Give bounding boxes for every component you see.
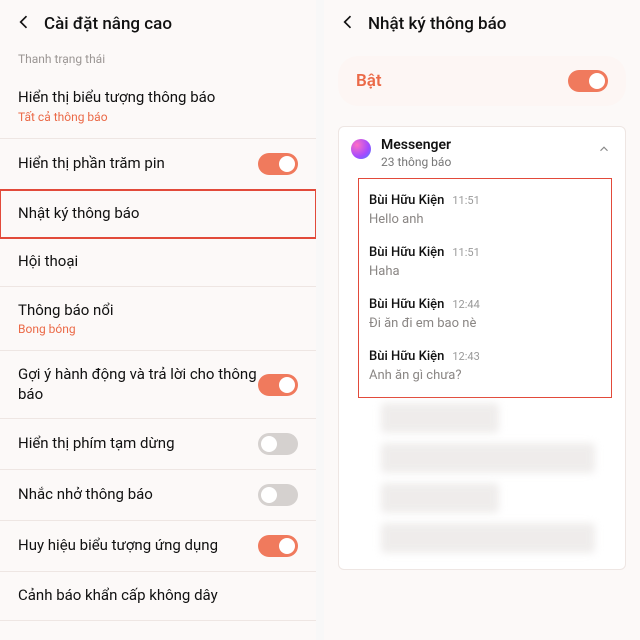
app-name: Messenger xyxy=(381,137,451,153)
toggle[interactable] xyxy=(258,535,298,557)
row-title: Thông báo nổi xyxy=(18,301,298,321)
master-toggle-label: Bật xyxy=(356,71,382,91)
row-subtitle: Bong bóng xyxy=(18,322,298,336)
settings-row[interactable]: Thông báo nổiBong bóng xyxy=(0,287,316,352)
messenger-icon xyxy=(351,139,371,159)
redacted-area xyxy=(381,403,595,553)
notification-sender: Bùi Hữu Kiện xyxy=(369,193,444,208)
notification-log-screen: Nhật ký thông báo Bật Messenger 23 thông… xyxy=(324,0,640,640)
row-title: Nhắc nhở thông báo xyxy=(18,485,258,505)
row-title: Hiển thị phím tạm dừng xyxy=(18,434,258,454)
notification-item[interactable]: Bùi Hữu Kiện 12:44 Đi ăn đi em bao nè xyxy=(369,289,601,341)
notification-sender: Bùi Hữu Kiện xyxy=(369,245,444,260)
header: Nhật ký thông báo xyxy=(324,0,640,46)
settings-row[interactable]: Hội thoại xyxy=(0,238,316,287)
notification-time: 12:44 xyxy=(452,298,479,311)
settings-row[interactable]: Gợi ý hành động và trả lời cho thông báo xyxy=(0,351,316,419)
row-title: Hội thoại xyxy=(18,252,298,272)
master-toggle[interactable] xyxy=(568,70,608,92)
row-title: Hiển thị biểu tượng thông báo xyxy=(18,88,298,108)
settings-row[interactable]: Cảnh báo khẩn cấp không dây xyxy=(0,572,316,621)
master-toggle-row[interactable]: Bật xyxy=(338,56,626,106)
app-count: 23 thông báo xyxy=(381,155,451,169)
page-title: Nhật ký thông báo xyxy=(368,14,506,34)
notification-time: 12:43 xyxy=(452,350,479,363)
chevron-up-icon[interactable] xyxy=(597,141,611,160)
row-title: Huy hiệu biểu tượng ứng dụng xyxy=(18,536,258,556)
notification-item[interactable]: Bùi Hữu Kiện 11:51 Haha xyxy=(369,237,601,289)
notification-message: Haha xyxy=(369,264,601,279)
settings-row[interactable]: Hiển thị phần trăm pin xyxy=(0,139,316,190)
notification-sender: Bùi Hữu Kiện xyxy=(369,349,444,364)
row-title: Hiển thị phần trăm pin xyxy=(18,154,258,174)
back-icon[interactable] xyxy=(338,12,358,36)
settings-row[interactable]: Nhắc nhở thông báo xyxy=(0,470,316,521)
settings-row[interactable]: Hiển thị phím tạm dừng xyxy=(0,419,316,470)
header: Cài đặt nâng cao xyxy=(0,0,316,46)
notification-item[interactable]: Bùi Hữu Kiện 12:43 Anh ăn gì chưa? xyxy=(369,341,601,393)
row-title: Gợi ý hành động và trả lời cho thông báo xyxy=(18,365,258,404)
notification-list: Bùi Hữu Kiện 11:51 Hello anh Bùi Hữu Kiện 11… xyxy=(359,179,611,397)
notification-time: 11:51 xyxy=(452,194,479,207)
row-title: Nhật ký thông báo xyxy=(18,204,298,224)
app-header[interactable]: Messenger 23 thông báo xyxy=(351,137,613,169)
toggle[interactable] xyxy=(258,153,298,175)
settings-row[interactable]: Huy hiệu biểu tượng ứng dụng xyxy=(0,521,316,572)
notification-message: Hello anh xyxy=(369,212,601,227)
settings-row[interactable]: Nhật ký thông báo xyxy=(0,190,316,239)
page-title: Cài đặt nâng cao xyxy=(44,14,172,34)
notification-sender: Bùi Hữu Kiện xyxy=(369,297,444,312)
toggle[interactable] xyxy=(258,374,298,396)
settings-row[interactable]: Hiển thị biểu tượng thông báo Tất cả thôn… xyxy=(0,74,316,139)
notification-time: 11:51 xyxy=(452,246,479,259)
back-icon[interactable] xyxy=(14,12,34,36)
notification-message: Anh ăn gì chưa? xyxy=(369,368,601,383)
row-subtitle: Tất cả thông báo xyxy=(18,110,298,124)
app-card: Messenger 23 thông báo Bùi Hữu Kiện 11:51… xyxy=(338,126,626,570)
notification-message: Đi ăn đi em bao nè xyxy=(369,316,601,331)
row-title: Cảnh báo khẩn cấp không dây xyxy=(18,586,298,606)
settings-screen: Cài đặt nâng cao Thanh trạng thái Hiển t… xyxy=(0,0,316,640)
toggle[interactable] xyxy=(258,433,298,455)
section-label: Thanh trạng thái xyxy=(0,46,316,74)
notification-item[interactable]: Bùi Hữu Kiện 11:51 Hello anh xyxy=(369,185,601,237)
toggle[interactable] xyxy=(258,484,298,506)
